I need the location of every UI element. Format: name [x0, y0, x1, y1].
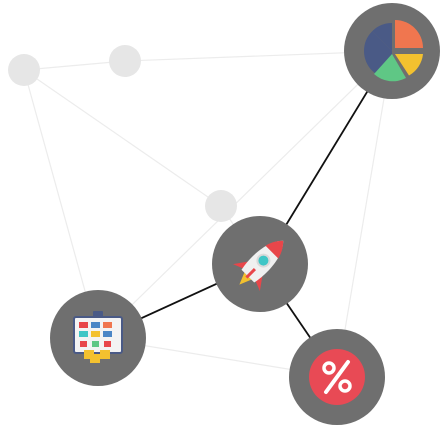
ghost-node-layer: [8, 45, 237, 222]
edge-ghost1-ghost3: [23, 69, 222, 207]
network-diagram: [0, 0, 441, 426]
rocket-node[interactable]: [212, 216, 308, 312]
diagram-canvas: [8, 3, 440, 425]
ghost-node: [109, 45, 141, 77]
edge-pie-discount: [336, 50, 393, 378]
ghost-node: [205, 190, 237, 222]
discount-node[interactable]: [289, 329, 385, 425]
planning-board-node[interactable]: [50, 290, 146, 386]
ghost-node: [8, 54, 40, 86]
pie-chart-node[interactable]: [344, 3, 440, 99]
percent-discount-icon: [309, 349, 365, 405]
